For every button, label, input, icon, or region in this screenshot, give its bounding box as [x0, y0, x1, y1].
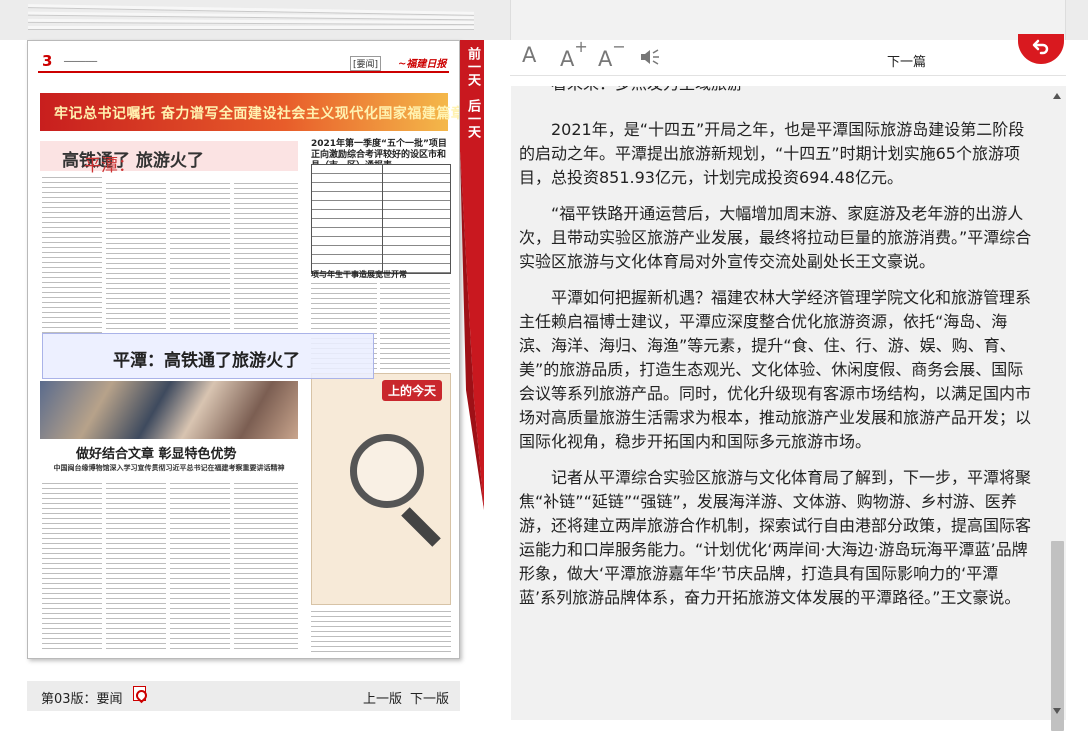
- newspaper-photo-crowd: [40, 381, 298, 439]
- next-page-link[interactable]: 下一版: [410, 688, 449, 707]
- font-decrease-label: A: [598, 47, 613, 71]
- article-hotspot[interactable]: 平潭：高铁通了旅游火了: [42, 333, 374, 379]
- scroll-thumb[interactable]: [1051, 541, 1064, 731]
- article-toolbar: A A+ A− 下一篇: [510, 34, 1066, 86]
- newspaper-logo: ~福建日报: [398, 59, 447, 70]
- prev-page-link[interactable]: 上一版: [363, 688, 402, 707]
- next-article-link[interactable]: 下一篇: [887, 51, 926, 70]
- newspaper-page[interactable]: 3 ━━━━━━━━━━━ [要闻] ~福建日报 牢记总书记嘱托 奋力谱写全面建…: [27, 40, 460, 659]
- flag-ribbon: [460, 150, 484, 510]
- article-hotspot-title: 平潭：高铁通了旅游火了: [113, 351, 300, 371]
- text-column: [234, 481, 298, 651]
- font-increase-label: A: [560, 47, 575, 71]
- font-default-button[interactable]: A: [522, 43, 536, 67]
- font-increase-sign: +: [574, 37, 588, 56]
- page-navigation-bar: 第03版：要闻 上一版 下一版: [27, 681, 460, 711]
- back-button[interactable]: [1018, 34, 1064, 64]
- sub-headline-2: 中国闽台缘博物馆深入学习宣传贯彻习近平总书记在福建考察重要讲话精神: [53, 463, 285, 472]
- text-column: [170, 481, 230, 651]
- article-text: 看未来：多点发力生域旅游 2021年，是“十四五”开局之年，也是平潭国际旅游岛建…: [519, 86, 1035, 622]
- article-paragraph: “福平铁路开通运营后，大幅增加周末游、家庭游及老年游的出游人次，且带动实验区旅游…: [519, 204, 1032, 271]
- day-flag: 前一天 后一天: [460, 40, 484, 152]
- main-headline-box[interactable]: 平潭： 高铁通了 旅游火了: [40, 141, 298, 176]
- banner-headline: 牢记总书记嘱托 奋力谱写全面建设社会主义现代化国家福建篇章: [54, 106, 460, 122]
- text-column: [42, 481, 102, 651]
- next-day-link[interactable]: 后一天: [460, 90, 484, 140]
- side-table: [311, 164, 451, 274]
- article-content[interactable]: 看未来：多点发力生域旅游 2021年，是“十四五”开局之年，也是平潭国际旅游岛建…: [511, 86, 1049, 720]
- photo-tag: 上的今天: [381, 380, 442, 401]
- newspaper-banner[interactable]: 牢记总书记嘱托 奋力谱写全面建设社会主义现代化国家福建篇章: [40, 93, 459, 131]
- paper-stack-decoration: [27, 0, 475, 36]
- newspaper-date-line: ━━━━━━━━━━━: [64, 59, 98, 65]
- text-column: [106, 181, 166, 331]
- text-column: [380, 281, 450, 371]
- scroll-up-arrow-icon[interactable]: [1053, 93, 1061, 99]
- text-column: [170, 181, 230, 331]
- magnifier-image: [350, 434, 424, 508]
- text-column: [311, 609, 451, 654]
- main-headline-place: 平潭：: [84, 156, 135, 176]
- newspaper-section-tag: [要闻]: [350, 56, 382, 71]
- prev-day-link[interactable]: 前一天: [460, 40, 484, 90]
- toolbar-top-strip: [510, 0, 1066, 40]
- speaker-icon[interactable]: [638, 46, 662, 68]
- toolbar-divider: [510, 75, 1066, 76]
- article-subheading: 看未来：多点发力生域旅游: [519, 86, 1035, 96]
- sub-headline[interactable]: 做好结合文章 彰显特色优势: [76, 443, 237, 462]
- text-column: [234, 181, 298, 331]
- font-decrease-sign: −: [612, 37, 626, 56]
- article-paragraph: 平潭如何把握新机遇？福建农林大学经济管理学院文化和旅游管理系主任赖启福博士建议，…: [519, 288, 1032, 451]
- article-paragraph: 记者从平潭综合实验区旅游与文化体育局了解到，下一步，平潭将聚焦“补链”“延链”“…: [519, 468, 1032, 607]
- page-name: 第03版：要闻: [41, 692, 123, 707]
- scroll-down-arrow-icon[interactable]: [1053, 708, 1061, 714]
- article-paragraph: 2021年，是“十四五”开局之年，也是平潭国际旅游岛建设第二阶段的启动之年。平潭…: [519, 120, 1025, 187]
- newspaper-page-number: 3: [42, 52, 53, 70]
- text-column: [42, 175, 102, 335]
- newspaper-header: 3 ━━━━━━━━━━━ [要闻] ~福建日报: [38, 52, 449, 73]
- font-default-label: A: [522, 43, 537, 67]
- newspaper-photo-feature: 上的今天: [311, 373, 451, 605]
- font-decrease-button[interactable]: A−: [598, 37, 626, 71]
- side-headline-2[interactable]: 项与年生干事造展宽世开常: [311, 269, 407, 280]
- pdf-icon[interactable]: [133, 686, 146, 701]
- font-increase-button[interactable]: A+: [560, 37, 588, 71]
- main-headline: 平潭： 高铁通了 旅游火了: [62, 146, 204, 176]
- back-arrow-icon: [1032, 39, 1049, 55]
- top-bar: [0, 0, 1088, 40]
- text-column: [106, 481, 166, 651]
- article-scrollbar[interactable]: [1049, 86, 1066, 731]
